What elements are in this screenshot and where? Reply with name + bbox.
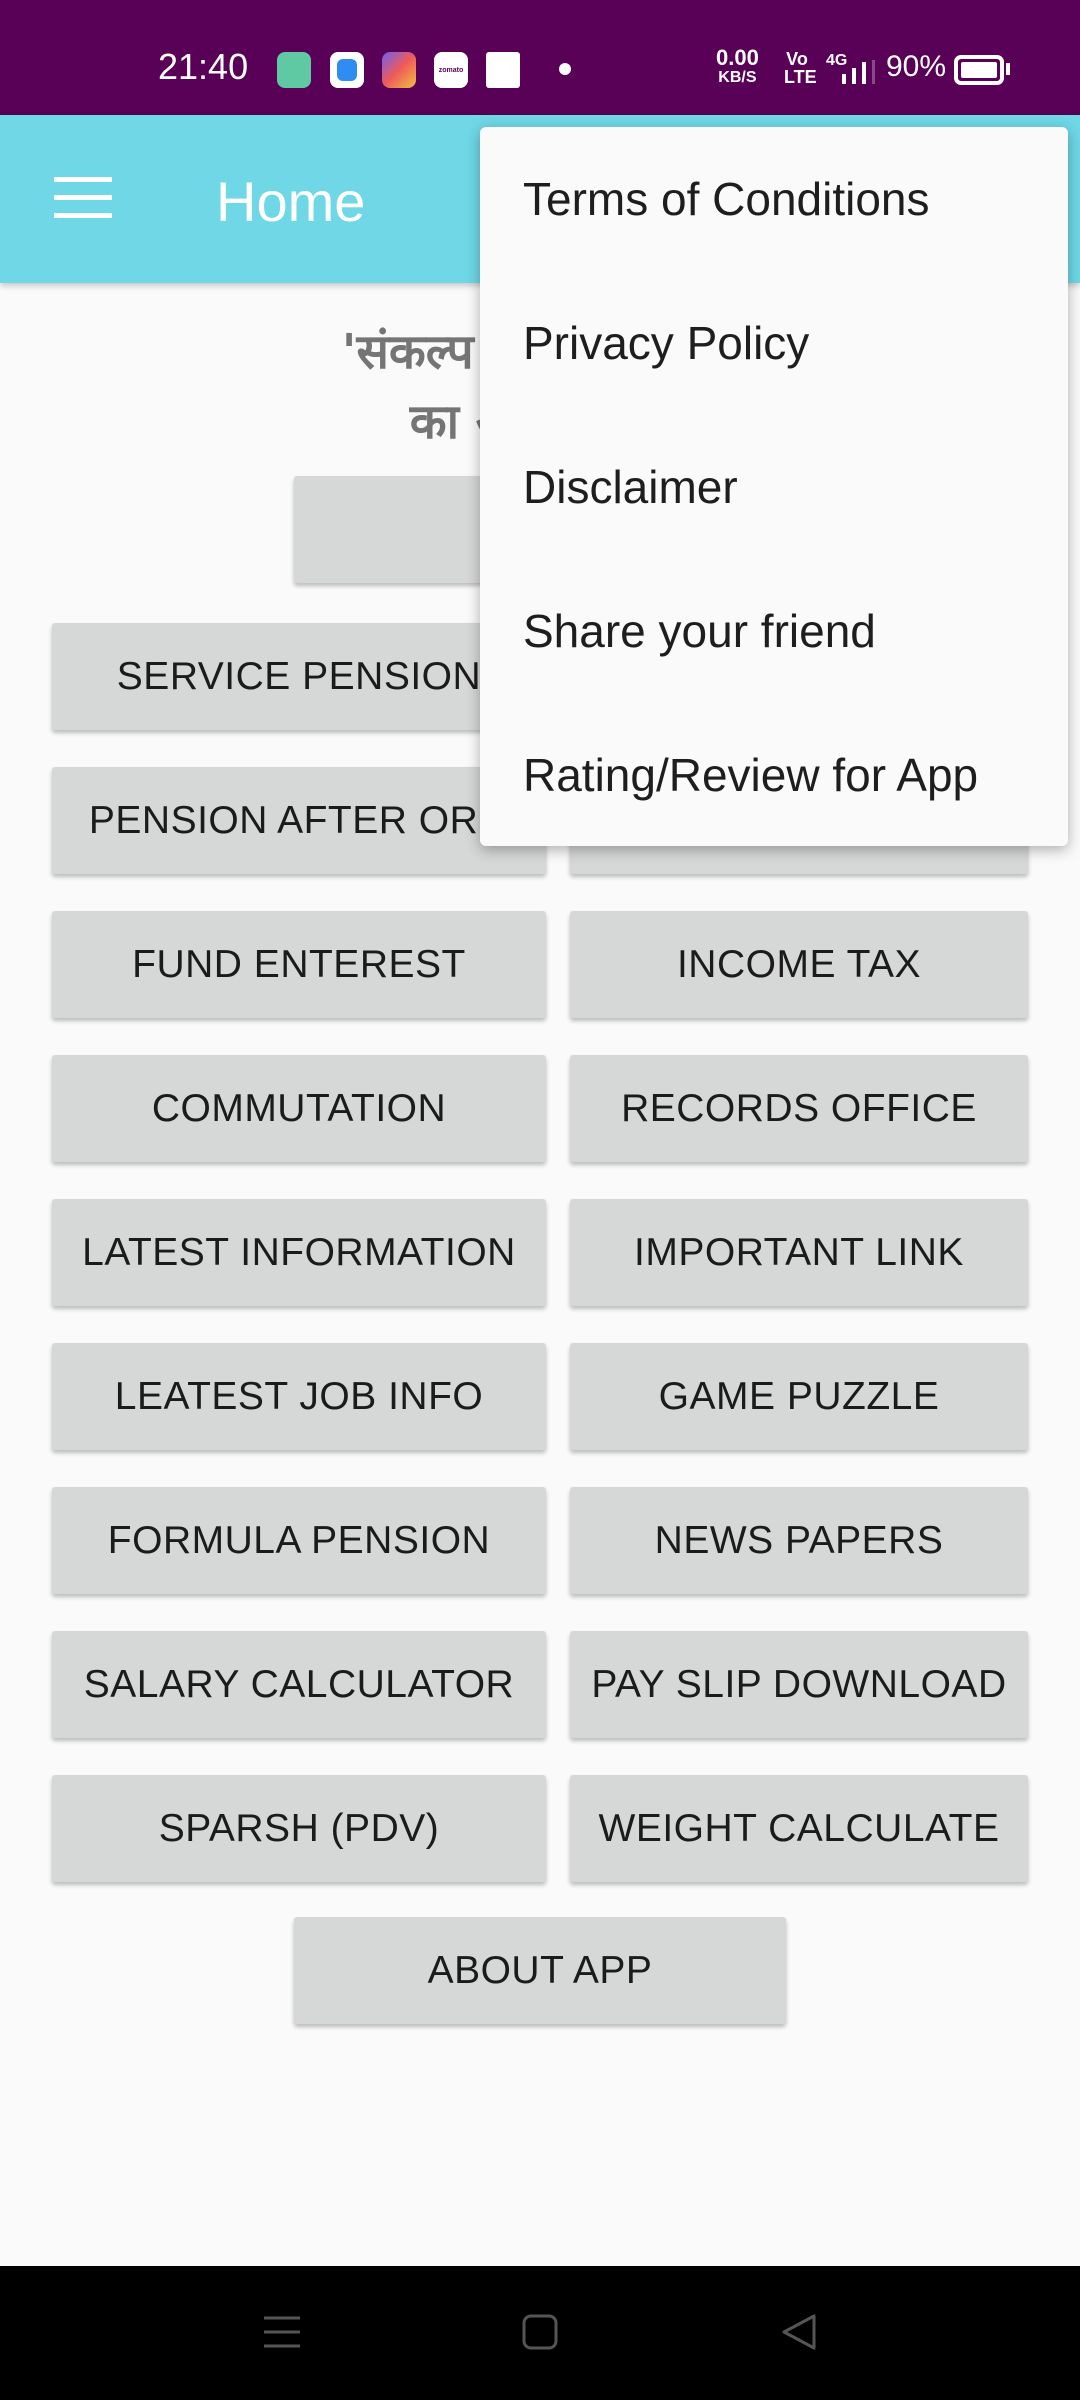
net-speed-value: 0.00	[716, 45, 759, 70]
latest-job-info-button[interactable]: LEATEST JOB INFO	[52, 1343, 546, 1450]
zomato-notification-icon: zomato	[434, 52, 468, 88]
battery-icon	[954, 55, 1004, 85]
status-bar: 21:40 zomato 0.00 KB/S Vo LTE 4G 90%	[0, 0, 1080, 115]
system-nav-bar	[0, 2266, 1080, 2400]
home-icon[interactable]	[522, 2314, 558, 2350]
app-notification-icon	[277, 52, 311, 88]
page-title: Home	[216, 170, 366, 233]
back-icon[interactable]	[780, 2312, 820, 2352]
recents-icon[interactable]	[262, 2314, 302, 2350]
records-office-button[interactable]: RECORDS OFFICE	[570, 1055, 1028, 1162]
latest-information-button[interactable]: LATEST INFORMATION	[52, 1199, 546, 1306]
hamburger-menu-icon[interactable]	[54, 177, 112, 219]
volte-indicator: Vo LTE	[784, 49, 817, 87]
gallery-notification-icon	[382, 52, 416, 88]
menu-item-terms[interactable]: Terms of Conditions	[480, 127, 1068, 271]
income-tax-button[interactable]: INCOME TAX	[570, 911, 1028, 1018]
service-pension-button[interactable]: SERVICE PENSION	[52, 623, 546, 730]
pay-slip-download-button[interactable]: PAY SLIP DOWNLOAD	[570, 1631, 1028, 1738]
game-puzzle-button[interactable]: GAME PUZZLE	[570, 1343, 1028, 1450]
menu-item-rating-review[interactable]: Rating/Review for App	[480, 703, 1068, 847]
battery-tip	[1006, 63, 1010, 75]
fund-interest-button[interactable]: FUND ENTEREST	[52, 911, 546, 1018]
salary-calculator-button[interactable]: SALARY CALCULATOR	[52, 1631, 546, 1738]
weight-calculate-button[interactable]: WEIGHT CALCULATE	[570, 1775, 1028, 1882]
signal-icon	[842, 60, 875, 84]
formula-pension-button[interactable]: FORMULA PENSION	[52, 1487, 546, 1594]
news-papers-button[interactable]: NEWS PAPERS	[570, 1487, 1028, 1594]
battery-percent: 90%	[886, 50, 947, 83]
sparsh-button[interactable]: SPARSH (PDV)	[52, 1775, 546, 1882]
net-speed: 0.00 KB/S	[716, 45, 759, 88]
menu-item-privacy-policy[interactable]: Privacy Policy	[480, 271, 1068, 415]
flipkart-notification-icon	[486, 52, 520, 88]
browser-notification-icon	[330, 52, 364, 88]
about-app-button[interactable]: ABOUT APP	[294, 1917, 786, 2024]
menu-item-share[interactable]: Share your friend	[480, 559, 1068, 703]
overflow-menu: Terms of Conditions Privacy Policy Discl…	[480, 127, 1068, 846]
net-speed-unit: KB/S	[718, 69, 757, 86]
clock: 21:40	[158, 46, 249, 87]
important-link-button[interactable]: IMPORTANT LINK	[570, 1199, 1028, 1306]
menu-item-disclaimer[interactable]: Disclaimer	[480, 415, 1068, 559]
more-notifications-dot	[559, 63, 571, 75]
pension-after-orop-button[interactable]: PENSION AFTER ORO	[52, 767, 546, 874]
commutation-button[interactable]: COMMUTATION	[52, 1055, 546, 1162]
